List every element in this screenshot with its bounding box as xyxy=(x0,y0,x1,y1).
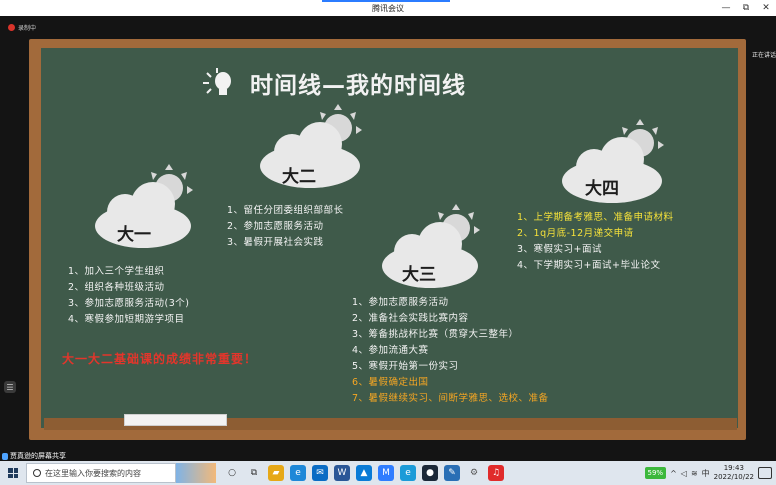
list-item: 3、参加志愿服务活动(3个) xyxy=(68,298,190,309)
start-button[interactable] xyxy=(0,461,26,485)
mail-icon[interactable]: ✉ xyxy=(312,465,328,481)
window-controls: — ⧉ ✕ xyxy=(716,0,776,16)
cortana-icon[interactable]: ○ xyxy=(224,465,240,481)
year3-list: 1、参加志愿服务活动 2、准备社会实践比赛内容 3、筹备挑战杯比赛（贯穿大三整年… xyxy=(352,295,549,407)
year4-list: 1、上学期备考雅思、准备申请材料 2、1q月底-12月递交申请 3、寒假实习+面… xyxy=(517,210,674,274)
list-item: 2、参加志愿服务活动 xyxy=(227,221,324,232)
list-item: 2、准备社会实践比赛内容 xyxy=(352,313,469,324)
year-label: 大二 xyxy=(282,167,316,187)
list-item: 4、寒假参加短期游学项目 xyxy=(68,314,185,325)
speaking-indicator: 正在讲话 xyxy=(751,52,776,59)
slide-title: 时间线—我的时间线 xyxy=(250,73,466,99)
settings-icon[interactable]: ⚙ xyxy=(466,465,482,481)
year-label: 大四 xyxy=(585,179,619,199)
slide-note: 大一大二基础课的成绩非常重要！ xyxy=(62,352,258,366)
chalk-eraser xyxy=(124,414,227,426)
clock-date: 2022/10/22 xyxy=(713,473,754,481)
list-item: 3、寒假实习+面试 xyxy=(517,244,603,255)
chevron-up-icon[interactable]: ^ xyxy=(670,469,677,478)
list-item: 2、1q月底-12月递交申请 xyxy=(517,228,634,239)
browser-icon[interactable]: e xyxy=(400,465,416,481)
search-icon xyxy=(33,469,41,477)
stylus-icon[interactable]: ✎ xyxy=(444,465,460,481)
list-item: 5、寒假开始第一份实习 xyxy=(352,361,459,372)
list-item: 1、留任分团委组织部部长 xyxy=(227,205,344,216)
minimize-button[interactable]: — xyxy=(716,0,736,16)
window-titlebar: 腾讯会议 — ⧉ ✕ xyxy=(0,0,776,16)
recording-label: 录制中 xyxy=(18,25,37,32)
search-highlight-image[interactable] xyxy=(176,463,216,483)
list-item: 1、上学期备考雅思、准备申请材料 xyxy=(517,212,674,223)
titlebar-accent xyxy=(322,0,450,2)
taskbar-pinned-apps: ○ ⧉ ▰ e ✉ W ▲ Me ● ✎ ⚙ ♫ xyxy=(224,465,504,481)
system-tray: 59% ^ ◁ ≋ 中 19:43 2022/10/22 xyxy=(644,461,772,485)
list-item: 6、暑假确定出国 xyxy=(352,377,429,388)
year-label: 大三 xyxy=(402,265,436,285)
year-label: 大一 xyxy=(117,225,151,245)
ime-indicator[interactable]: 中 xyxy=(702,468,710,479)
search-placeholder: 在这里输入你要搜索的内容 xyxy=(45,468,141,478)
taskbar: 在这里输入你要搜索的内容 ○ ⧉ ▰ e ✉ W ▲ Me ● ✎ ⚙ ♫ 59% ^ ◁ ≋ 中 1… xyxy=(0,461,776,485)
photos-icon[interactable]: ▲ xyxy=(356,465,372,481)
close-button[interactable]: ✕ xyxy=(756,0,776,16)
windows-icon xyxy=(8,468,18,478)
list-item: 2、组织各种班级活动 xyxy=(68,282,165,293)
wifi-icon[interactable]: ≋ xyxy=(691,469,698,478)
list-item: 4、参加流通大赛 xyxy=(352,345,429,356)
edge-icon[interactable]: e xyxy=(290,465,306,481)
steam-icon[interactable]: ● xyxy=(422,465,438,481)
mic-icon xyxy=(2,452,8,460)
screen-share-label: 贾真逊的屏幕共享 xyxy=(0,451,66,461)
maximize-button[interactable]: ⧉ xyxy=(736,0,756,16)
volume-icon[interactable]: ◁ xyxy=(681,469,687,478)
window-title: 腾讯会议 xyxy=(372,3,404,13)
side-panel-toggle[interactable]: ☰ xyxy=(4,381,16,393)
word-icon[interactable]: W xyxy=(334,465,350,481)
taskbar-search-box[interactable]: 在这里输入你要搜索的内容 xyxy=(26,463,176,483)
clock[interactable]: 19:43 2022/10/22 xyxy=(714,464,754,482)
record-icon xyxy=(8,24,15,31)
list-item: 3、暑假开展社会实践 xyxy=(227,237,324,248)
share-label-text: 贾真逊的屏幕共享 xyxy=(10,452,66,460)
file-explorer-icon[interactable]: ▰ xyxy=(268,465,284,481)
list-item: 1、参加志愿服务活动 xyxy=(352,297,449,308)
list-item: 3、筹备挑战杯比赛（贯穿大三整年） xyxy=(352,329,519,340)
lightbulb-icon xyxy=(203,68,231,95)
clock-time: 19:43 xyxy=(723,464,744,472)
year2-list: 1、留任分团委组织部部长 2、参加志愿服务活动 3、暑假开展社会实践 xyxy=(227,203,344,251)
task-view-icon[interactable]: ⧉ xyxy=(246,465,262,481)
notification-icon[interactable] xyxy=(758,467,772,479)
battery-indicator[interactable]: 59% xyxy=(644,467,667,479)
list-item: 1、加入三个学生组织 xyxy=(68,266,165,277)
list-item: 7、暑假继续实习、间断学雅思、选校、准备 xyxy=(352,393,549,404)
year1-list: 1、加入三个学生组织 2、组织各种班级活动 3、参加志愿服务活动(3个) 4、寒… xyxy=(68,264,190,328)
netease-music-icon[interactable]: ♫ xyxy=(488,465,504,481)
recording-indicator[interactable]: 录制中 xyxy=(8,23,36,32)
list-item: 4、下学期实习+面试+毕业论文 xyxy=(517,260,661,271)
tencent-meeting-icon[interactable]: M xyxy=(378,465,394,481)
